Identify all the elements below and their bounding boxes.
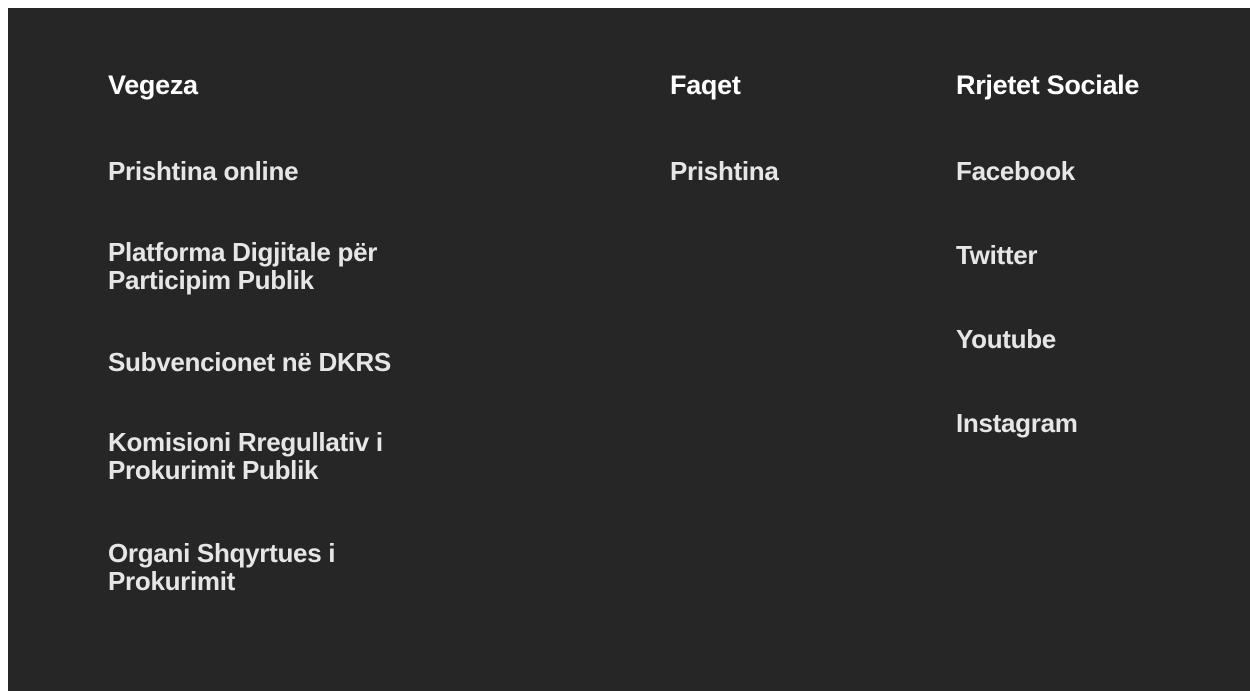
list-item: Subvencionet në DKRS bbox=[108, 348, 528, 376]
footer-column-title-links: Vegeza bbox=[108, 70, 198, 100]
link-youtube[interactable]: Youtube bbox=[956, 325, 1246, 353]
link-prishtina-online[interactable]: Prishtina online bbox=[108, 157, 528, 185]
link-komisioni-rregullativ[interactable]: Komisioni Rregullativ i Prokurimit Publi… bbox=[108, 428, 478, 484]
pages-list: Prishtina bbox=[670, 157, 890, 185]
link-subvencionet-dkrs[interactable]: Subvencionet në DKRS bbox=[108, 348, 528, 376]
social-list: Facebook Twitter Youtube Instagram bbox=[956, 157, 1246, 437]
list-item: Instagram bbox=[956, 409, 1246, 437]
link-organi-shqyrtues[interactable]: Organi Shqyrtues i Prokurimit bbox=[108, 539, 408, 595]
footer-column-pages: Faqet Prishtina bbox=[670, 70, 890, 185]
list-item: Komisioni Rregullativ i Prokurimit Publi… bbox=[108, 428, 528, 484]
link-prishtina[interactable]: Prishtina bbox=[670, 157, 890, 185]
list-item: Twitter bbox=[956, 241, 1246, 269]
link-facebook[interactable]: Facebook bbox=[956, 157, 1246, 185]
link-platforma-digjitale[interactable]: Platforma Digjitale për Participim Publi… bbox=[108, 238, 478, 294]
link-twitter[interactable]: Twitter bbox=[956, 241, 1246, 269]
list-item: Youtube bbox=[956, 325, 1246, 353]
footer-column-title-social: Rrjetet Sociale bbox=[956, 70, 1140, 100]
list-item: Organi Shqyrtues i Prokurimit bbox=[108, 539, 528, 595]
footer-column-title-pages: Faqet bbox=[670, 70, 741, 100]
site-footer: Vegeza Prishtina online Platforma Digjit… bbox=[8, 8, 1250, 691]
list-item: Prishtina online bbox=[108, 157, 528, 185]
links-list: Prishtina online Platforma Digjitale për… bbox=[108, 157, 528, 595]
list-item: Facebook bbox=[956, 157, 1246, 185]
footer-column-social: Rrjetet Sociale Facebook Twitter Youtube… bbox=[956, 70, 1246, 437]
link-instagram[interactable]: Instagram bbox=[956, 409, 1246, 437]
list-item: Platforma Digjitale për Participim Publi… bbox=[108, 238, 528, 294]
footer-column-links: Vegeza Prishtina online Platforma Digjit… bbox=[108, 70, 528, 595]
list-item: Prishtina bbox=[670, 157, 890, 185]
